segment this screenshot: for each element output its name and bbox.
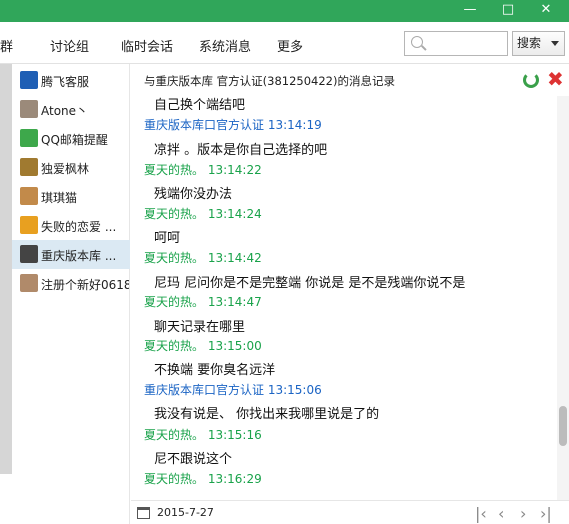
chat-history-title: 与重庆版本库 官方认证(381250422)的消息记录 (144, 74, 395, 88)
contact-item[interactable]: 独爱枫林 (12, 153, 130, 182)
calendar-icon[interactable] (137, 507, 150, 519)
last-page-icon[interactable]: ›| (540, 504, 552, 523)
contact-name: Atone丶 (41, 104, 89, 118)
message-sender: 夏天的热。 13:14:24 (144, 207, 262, 221)
avatar (20, 71, 38, 89)
search-icon (411, 36, 423, 48)
message-text: 我没有说是、 你找出来我哪里说是了的 (154, 407, 380, 422)
contact-item[interactable]: 腾飞客服 (12, 66, 130, 95)
message-sender: 重庆版本库口官方认证 13:15:06 (144, 383, 322, 397)
contact-item-selected[interactable]: 重庆版本库 ... (12, 240, 130, 269)
message-manager-tabbar: 群 讨论组 临时会话 系统消息 更多 搜索 (0, 22, 569, 64)
message-text: 聊天记录在哪里 (154, 320, 246, 335)
message-text: 凉拌 。版本是你自己选择的吧 (154, 143, 328, 158)
first-page-icon[interactable]: |‹ (475, 504, 487, 523)
next-page-icon[interactable]: › (520, 504, 526, 523)
message-text: 呵呵 (154, 231, 181, 246)
delete-icon[interactable]: ✖ (547, 67, 564, 91)
previous-page-icon[interactable]: ‹ (498, 504, 504, 523)
tab-system-messages[interactable]: 系统消息 (199, 36, 251, 55)
minimize-icon[interactable]: — (458, 0, 482, 20)
contact-item[interactable]: 注册个新好0618 (12, 269, 130, 298)
message-sender: 夏天的热。 13:15:16 (144, 428, 262, 442)
avatar (20, 216, 38, 234)
contact-item[interactable]: Atone丶 (12, 95, 130, 124)
vertical-scrollbar[interactable] (557, 96, 569, 500)
contact-item[interactable]: 琪琪猫 (12, 182, 130, 211)
tab-discussion[interactable]: 讨论组 (50, 36, 89, 55)
avatar (20, 245, 38, 263)
avatar (20, 187, 38, 205)
message-history: 自己换个端结吧 重庆版本库口官方认证 13:14:19 凉拌 。版本是你自己选择… (131, 96, 556, 500)
search-input[interactable] (427, 34, 505, 53)
contact-item[interactable]: QQ邮箱提醒 (12, 124, 130, 153)
message-text: 自己换个端结吧 (154, 98, 246, 113)
tab-group[interactable]: 群 (0, 36, 13, 55)
contact-item[interactable]: 失败的恋爱 ... (12, 211, 130, 240)
message-text: 残端你没办法 (154, 187, 233, 202)
search-button[interactable]: 搜索 (512, 31, 565, 56)
contact-name: QQ邮箱提醒 (41, 133, 108, 147)
message-sender: 夏天的热。 13:14:47 (144, 295, 262, 309)
message-text: 尼不跟说这个 (154, 452, 233, 467)
contact-name: 腾飞客服 (41, 75, 90, 89)
close-icon[interactable]: ✕ (534, 0, 558, 20)
contact-name: 失败的恋爱 ... (41, 220, 117, 234)
maximize-icon[interactable]: □ (496, 0, 520, 20)
search-button-label: 搜索 (517, 36, 542, 50)
avatar (20, 274, 38, 292)
window-titlebar: — □ ✕ (0, 0, 569, 22)
chevron-down-icon[interactable] (551, 41, 559, 46)
avatar (20, 158, 38, 176)
contact-name: 独爱枫林 (41, 162, 90, 176)
selected-date[interactable]: 2015-7-27 (157, 506, 214, 519)
message-text: 不换端 要你臭名远洋 (154, 363, 276, 378)
search-box[interactable] (404, 31, 508, 56)
chat-history-header: 与重庆版本库 官方认证(381250422)的消息记录 ✖ (131, 64, 569, 96)
avatar (20, 100, 38, 118)
contact-name: 重庆版本库 ... (41, 249, 117, 263)
avatar (20, 129, 38, 147)
chat-history-footer: 2015-7-27 |‹ ‹ › ›| (131, 500, 569, 524)
refresh-icon[interactable] (523, 72, 539, 88)
message-sender: 夏天的热。 13:14:22 (144, 163, 262, 177)
message-text: 尼玛 尼问你是不是完整端 你说是 是不是残端你说不是 (154, 276, 466, 291)
contact-name: 注册个新好0618 (41, 278, 129, 292)
message-sender: 夏天的热。 13:14:42 (144, 251, 262, 265)
contact-list: 腾飞客服 Atone丶 QQ邮箱提醒 独爱枫林 琪琪猫 失败的恋爱 ... 重庆… (12, 64, 130, 524)
contact-name: 琪琪猫 (41, 191, 78, 205)
message-sender: 夏天的热。 13:15:00 (144, 339, 262, 353)
left-panel-edge (0, 64, 12, 474)
message-sender: 重庆版本库口官方认证 13:14:19 (144, 118, 322, 132)
scrollbar-thumb[interactable] (559, 406, 567, 446)
message-sender: 夏天的热。 13:16:29 (144, 472, 262, 486)
tab-more[interactable]: 更多 (277, 36, 303, 55)
tab-temp-chat[interactable]: 临时会话 (121, 36, 173, 55)
